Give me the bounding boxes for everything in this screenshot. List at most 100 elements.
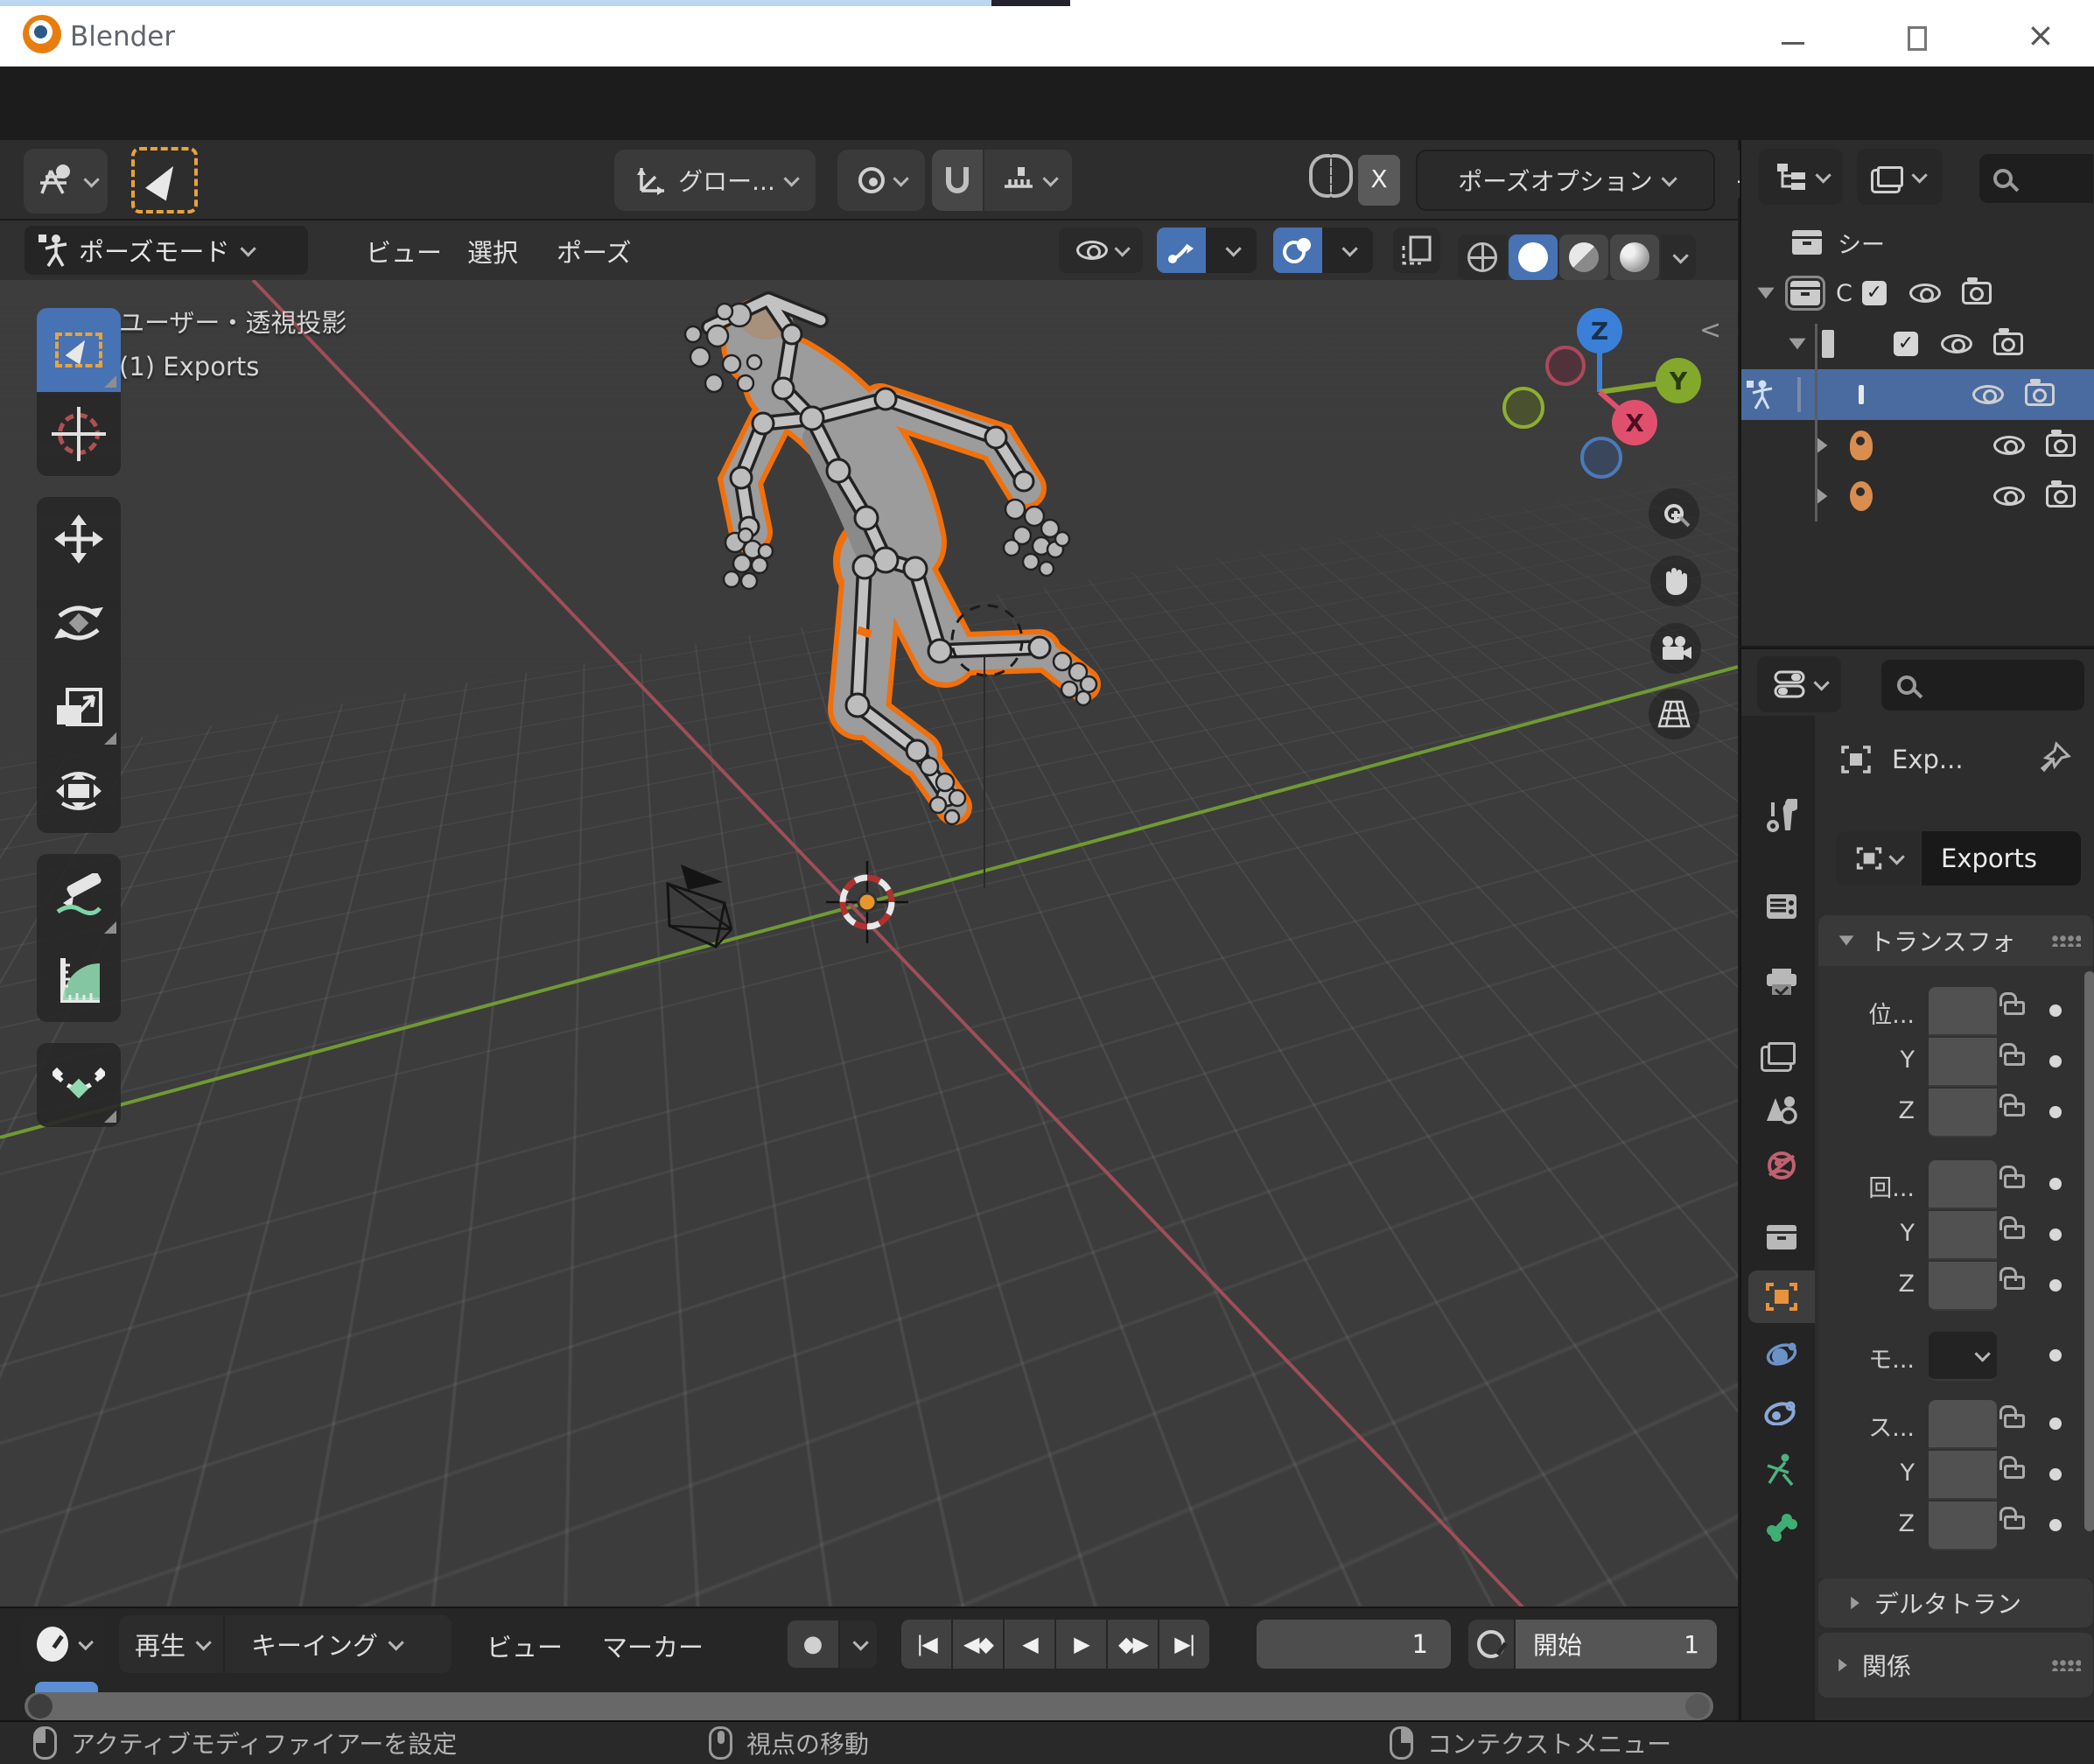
animate-dot-icon[interactable] [2049,1178,2062,1190]
eye-icon[interactable] [1909,284,1941,303]
properties-editor-type[interactable] [1757,656,1841,712]
panel-grip-icon[interactable] [2051,934,2081,947]
disclosure-triangle-icon[interactable] [1757,287,1775,299]
pin-icon[interactable] [2037,740,2072,779]
field-rotation-y[interactable] [1929,1211,1997,1260]
camera-visibility-icon[interactable] [2025,379,2055,406]
tab-collection[interactable] [1748,1211,1815,1264]
eye-icon[interactable] [1972,385,2004,404]
jump-to-start-button[interactable]: |◀ [901,1620,951,1669]
snap-toggle[interactable] [932,150,983,211]
timeline-scrollbar[interactable] [25,1692,1713,1720]
tab-output[interactable] [1748,956,1815,1008]
properties-scrollbar[interactable] [2084,971,2094,1531]
playback-dropdown[interactable]: 再生 [119,1615,226,1673]
tab-physics[interactable] [1748,1328,1815,1381]
next-keyframe-button[interactable]: ◆▶ [1108,1620,1158,1669]
viewport-3d[interactable]: ユーザー・透視投影 (1) Exports Z Y X < [0,280,1738,1606]
lock-icon[interactable] [1999,1043,2025,1066]
outliner-filter-dropdown[interactable] [1857,149,1943,205]
outliner-row-child-1[interactable] [1741,420,2094,471]
xray-toggle[interactable] [1393,228,1440,273]
camera-visibility-icon[interactable] [2046,430,2076,457]
eye-icon[interactable] [1993,436,2025,455]
minimize-button[interactable] [1782,42,1804,45]
visibility-dropdown[interactable] [1059,228,1143,273]
camera-visibility-icon[interactable] [2046,480,2076,508]
animate-dot-icon[interactable] [2049,1004,2062,1017]
zoom-button[interactable] [1649,488,1699,539]
animate-dot-icon[interactable] [2049,1055,2062,1068]
field-rotation-z[interactable] [1929,1262,1997,1311]
outliner-row-scene-collection[interactable]: シーン [1741,217,2094,268]
tab-object[interactable] [1748,1270,1815,1323]
animate-dot-icon[interactable] [2049,1279,2062,1292]
frame-start-field[interactable]: 開始 1 [1516,1620,1717,1669]
tool-pose-breakdowner[interactable] [37,1043,121,1127]
prev-keyframe-button[interactable]: ◀◆ [953,1620,1003,1669]
autokey-dropdown[interactable] [840,1620,877,1668]
camera-visibility-icon[interactable] [1993,328,2023,355]
animate-dot-icon[interactable] [2049,1519,2062,1531]
field-scale-y[interactable] [1929,1451,1997,1500]
camera-visibility-icon[interactable] [1962,277,1992,304]
active-tool-indicator[interactable] [131,147,198,214]
tool-rotate[interactable] [37,581,121,665]
active-tool-dropdown[interactable] [24,149,108,214]
keying-dropdown[interactable]: キーイング [235,1615,416,1673]
lock-icon[interactable] [1999,1405,2025,1428]
shading-material[interactable] [1559,234,1608,280]
menu-pose[interactable]: ポーズ [557,233,632,270]
maximize-button[interactable] [1908,26,1927,51]
lock-icon[interactable] [1999,1216,2025,1239]
tab-view-layer[interactable] [1748,1027,1815,1080]
autokey-record-button[interactable]: ● [788,1620,838,1668]
relations-panel-header[interactable]: 関係 [1818,1633,2093,1698]
axis-neg-z[interactable] [1580,437,1622,479]
field-rotation-x[interactable] [1929,1160,1997,1209]
field-location-z[interactable] [1929,1088,1997,1138]
delta-transform-panel-header[interactable]: デルタトラン [1818,1578,2093,1628]
camera-view-button[interactable] [1650,623,1701,674]
mode-dropdown[interactable]: ポーズモード [25,226,308,275]
tab-world[interactable] [1748,1139,1815,1192]
tab-tool[interactable] [1748,789,1815,842]
outliner-row-armature-selected[interactable] [1741,369,2094,420]
tool-cursor[interactable] [37,392,121,476]
overlays-dropdown[interactable] [1322,228,1373,273]
menu-select[interactable]: 選択 [467,233,518,270]
field-scale-x[interactable] [1929,1400,1997,1449]
field-location-x[interactable] [1929,987,1997,1036]
shading-rendered[interactable] [1610,234,1659,280]
tab-scene[interactable] [1748,1083,1815,1136]
close-button[interactable]: × [2027,16,2055,54]
animate-dot-icon[interactable] [2049,1468,2062,1480]
shading-dropdown[interactable] [1661,234,1696,280]
tab-render[interactable] [1748,880,1815,933]
overlays-toggle[interactable] [1273,228,1322,273]
rotation-mode-dropdown[interactable] [1929,1332,1997,1381]
disclosure-triangle-icon[interactable] [1816,437,1828,454]
mirror-x-toggle[interactable]: X [1358,155,1400,206]
sidebar-collapse-arrow[interactable]: < [1699,315,1721,346]
tool-measure[interactable] [37,938,121,1022]
shading-wireframe[interactable] [1458,234,1507,280]
tool-transform[interactable] [37,749,121,833]
object-name-field[interactable]: Exports [1922,831,2081,886]
animate-dot-icon[interactable] [2049,1106,2062,1118]
object-id-dropdown[interactable] [1836,831,1920,886]
pivot-point-dropdown[interactable] [837,150,925,211]
disclosure-triangle-icon[interactable] [1816,487,1828,505]
transform-orientation-dropdown[interactable]: グロー... [614,150,816,211]
axis-neg-x[interactable] [1545,346,1586,386]
tab-bone[interactable] [1748,1502,1815,1554]
field-scale-z[interactable] [1929,1502,1997,1550]
lock-icon[interactable] [1999,992,2025,1015]
properties-search-input[interactable] [1881,660,2084,710]
outliner-search-input[interactable] [1979,154,2093,203]
pose-options-dropdown[interactable]: ポーズオプション [1416,150,1715,211]
gizmos-dropdown[interactable] [1206,228,1257,273]
play-reverse-button[interactable]: ◀ [1005,1620,1054,1669]
snap-settings-dropdown[interactable] [984,150,1072,211]
tool-select-box[interactable] [37,308,121,392]
